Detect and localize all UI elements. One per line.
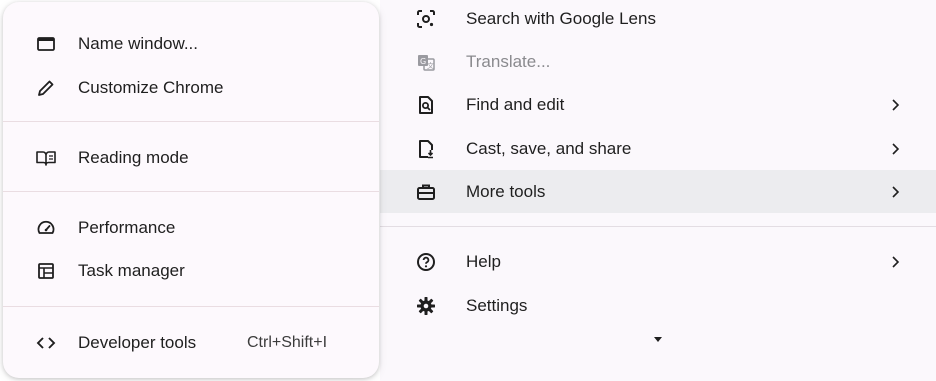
- window-icon: [35, 33, 57, 55]
- keyboard-shortcut: Ctrl+Shift+I: [247, 334, 328, 351]
- toolbox-icon: [416, 182, 436, 202]
- speedometer-icon: [35, 217, 57, 239]
- chevron-right-icon: [888, 255, 902, 269]
- menu-item-translate[interactable]: G 文 Translate...: [380, 40, 936, 83]
- submenu-item-performance[interactable]: Performance: [3, 209, 379, 247]
- submenu-item-reading-mode[interactable]: Reading mode: [3, 139, 379, 177]
- menu-item-find-and-edit[interactable]: Find and edit: [380, 83, 936, 126]
- submenu-item-label: Developer tools: [78, 333, 197, 352]
- menu-item-label: Translate...: [466, 51, 551, 71]
- find-page-icon: [416, 95, 436, 115]
- submenu-item-label: Reading mode: [78, 148, 189, 167]
- menu-item-label: More tools: [466, 181, 546, 201]
- translate-icon: G 文: [416, 52, 436, 72]
- submenu-item-label: Task manager: [78, 261, 185, 280]
- chrome-main-menu: Search with Google Lens G 文 Translate...…: [380, 0, 936, 381]
- menu-item-label: Settings: [466, 295, 528, 315]
- menu-divider: [380, 226, 936, 227]
- menu-item-label: Search with Google Lens: [466, 8, 656, 28]
- gear-icon: [416, 296, 436, 316]
- submenu-item-name-window[interactable]: Name window...: [3, 25, 379, 63]
- help-icon: [416, 252, 436, 272]
- menu-item-google-lens[interactable]: Search with Google Lens: [380, 0, 936, 40]
- menu-item-label: Find and edit: [466, 94, 565, 114]
- more-tools-submenu: Name window... Customize Chrome Reading …: [3, 2, 379, 378]
- menu-item-cast-save-share[interactable]: Cast, save, and share: [380, 127, 936, 170]
- chevron-right-icon: [888, 185, 902, 199]
- menu-item-settings[interactable]: Settings: [380, 284, 936, 327]
- task-manager-icon: [35, 260, 57, 282]
- submenu-item-label: Name window...: [78, 34, 198, 53]
- menu-item-label: Help: [466, 251, 501, 271]
- menu-item-help[interactable]: Help: [380, 240, 936, 283]
- cast-save-share-icon: [416, 139, 436, 159]
- submenu-item-customize-chrome[interactable]: Customize Chrome: [3, 69, 379, 107]
- pencil-icon: [35, 77, 57, 99]
- chevron-right-icon: [888, 98, 902, 112]
- submenu-divider: [3, 306, 379, 307]
- submenu-item-label: Customize Chrome: [78, 78, 224, 97]
- submenu-divider: [3, 191, 379, 192]
- menu-item-label: Cast, save, and share: [466, 138, 632, 158]
- caret-down-icon[interactable]: [653, 336, 663, 344]
- submenu-item-developer-tools[interactable]: Developer tools Ctrl+Shift+I: [3, 324, 379, 362]
- chevron-right-icon: [888, 142, 902, 156]
- svg-text:文: 文: [427, 61, 434, 70]
- submenu-divider: [3, 121, 379, 122]
- menu-item-more-tools[interactable]: More tools: [380, 170, 936, 213]
- submenu-item-task-manager[interactable]: Task manager: [3, 252, 379, 290]
- submenu-item-label: Performance: [78, 218, 176, 237]
- code-icon: [35, 332, 57, 354]
- google-lens-icon: [416, 9, 436, 29]
- book-icon: [35, 147, 57, 169]
- svg-text:G: G: [420, 57, 426, 66]
